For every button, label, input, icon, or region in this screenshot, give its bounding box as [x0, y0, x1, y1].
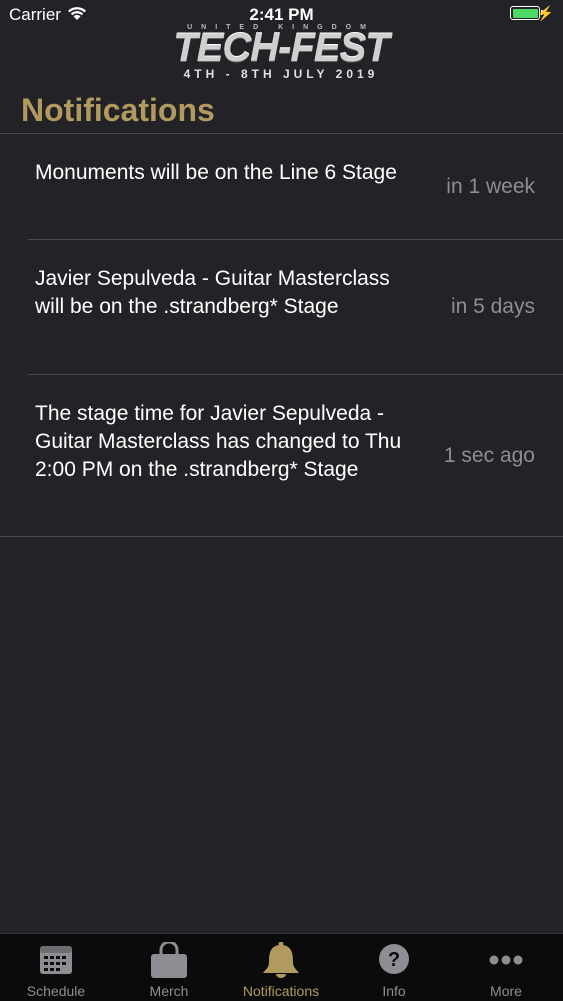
tab-label: Notifications: [242, 983, 320, 999]
tab-label: Schedule: [26, 983, 86, 999]
row-separator: [0, 536, 563, 537]
bell-icon: [263, 942, 299, 978]
more-dots-icon: [489, 955, 523, 965]
notification-row[interactable]: The stage time for Javier Sepulveda - Gu…: [0, 375, 563, 537]
logo-date-line: 4TH - 8TH JULY 2019: [183, 67, 379, 81]
notification-row[interactable]: Javier Sepulveda - Guitar Masterclass wi…: [0, 240, 563, 375]
tab-label: More: [490, 983, 522, 999]
tab-schedule[interactable]: Schedule: [0, 934, 112, 1001]
notification-time: in 5 days: [450, 295, 535, 318]
tab-more[interactable]: More: [450, 934, 562, 1001]
question-icon: ?: [379, 944, 409, 974]
page-title: Notifications: [21, 92, 215, 128]
tab-label: Info: [382, 983, 406, 999]
notification-list: Monuments will be on the Line 6 Stage in…: [0, 134, 563, 537]
clock: 2:41 PM: [249, 5, 314, 24]
notification-time: in 1 week: [446, 175, 535, 198]
tab-label: Merch: [149, 983, 189, 999]
tab-notifications[interactable]: Notifications: [225, 934, 337, 1001]
tech-fest-logo: UNITED KINGDOM TECH-FEST 4TH - 8TH JULY …: [150, 24, 412, 88]
notification-message: Monuments will be on the Line 6 Stage: [35, 161, 397, 184]
calendar-icon: [40, 946, 72, 974]
notification-message: Javier Sepulveda - Guitar Masterclass wi…: [35, 267, 390, 318]
logo-main-text: TECH-FEST: [173, 26, 389, 70]
tab-bar: Schedule Merch Notifications ? Info More: [0, 933, 563, 1001]
tab-merch[interactable]: Merch: [113, 934, 225, 1001]
notification-row[interactable]: Monuments will be on the Line 6 Stage in…: [0, 134, 563, 240]
notification-time: 1 sec ago: [443, 444, 535, 467]
shopping-bag-icon: [151, 942, 187, 978]
notification-message: The stage time for Javier Sepulveda - Gu…: [35, 402, 402, 481]
battery-icon: [510, 6, 543, 20]
tab-info[interactable]: ? Info: [338, 934, 450, 1001]
svg-text:?: ?: [388, 949, 400, 971]
charging-bolt-icon: ⚡: [536, 5, 554, 21]
